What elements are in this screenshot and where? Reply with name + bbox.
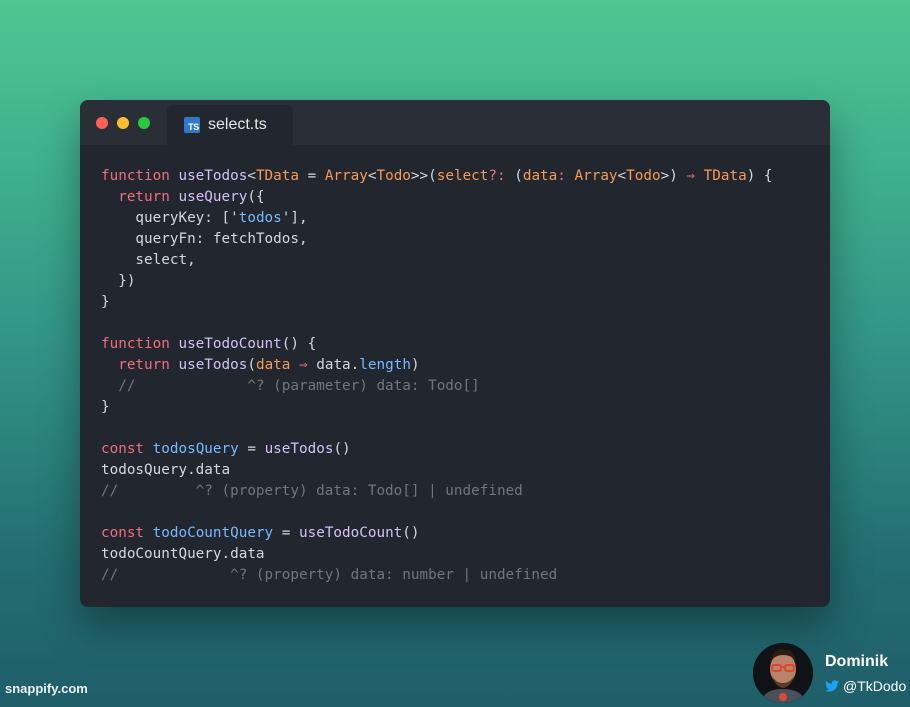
code-token: ⇒ — [686, 168, 696, 184]
code-token: useTodos — [264, 441, 334, 457]
code-token: () — [333, 441, 351, 457]
code-token: return — [118, 189, 179, 205]
code-token: = — [273, 525, 299, 541]
code-line: return useTodos(data ⇒ data.length) — [101, 355, 773, 376]
code-token: const — [101, 441, 153, 457]
code-editor: function useTodos<TData = Array<Todo>>(s… — [101, 166, 773, 586]
code-token: useTodoCount — [299, 525, 403, 541]
code-token: select — [436, 168, 489, 184]
code-token: Todo — [626, 168, 661, 184]
code-token: todosQuery.data — [101, 462, 231, 478]
code-token: ) — [410, 357, 420, 373]
code-token: Array — [574, 168, 618, 184]
code-line: function useTodoCount() { — [101, 334, 773, 355]
code-line: queryFn: fetchTodos, — [101, 229, 773, 250]
code-token: select, — [101, 252, 196, 268]
author-name: Dominik — [825, 653, 889, 670]
code-token: queryKey: [' — [101, 210, 239, 226]
code-token: >>( — [410, 168, 437, 184]
code-token: length — [359, 357, 411, 373]
code-line: const todosQuery = useTodos() — [101, 439, 773, 460]
code-token: ) { — [746, 168, 773, 184]
code-token: queryFn: fetchTodos, — [101, 231, 308, 247]
code-line: } — [101, 397, 773, 418]
code-line: function useTodos<TData = Array<Todo>>(s… — [101, 166, 773, 187]
twitter-bird-icon — [825, 680, 839, 692]
code-token: ⇒ — [299, 357, 308, 373]
window-titlebar: TS select.ts — [80, 100, 830, 145]
code-token: data. — [307, 357, 360, 373]
code-token: data — [255, 357, 291, 373]
code-token: Array — [324, 168, 368, 184]
code-token: >) — [660, 168, 687, 184]
code-token: = — [238, 441, 265, 457]
code-line: todosQuery.data — [101, 460, 773, 481]
avatar-photo-icon — [753, 643, 813, 703]
code-token: data — [522, 168, 558, 184]
file-tab-select-ts[interactable]: TS select.ts — [167, 105, 293, 145]
code-token: TData — [703, 168, 747, 184]
code-token: < — [617, 168, 627, 184]
code-token: ( — [505, 168, 523, 184]
code-line: // ^? (parameter) data: Todo[] — [101, 376, 773, 397]
code-token: TData — [255, 168, 299, 184]
code-token: : — [557, 168, 566, 184]
code-line: // ^? (property) data: Todo[] | undefine… — [101, 481, 773, 502]
code-line: const todoCountQuery = useTodoCount() — [101, 523, 773, 544]
code-token: '], — [281, 210, 308, 226]
code-token: const — [101, 525, 153, 541]
code-token: useTodos — [178, 168, 248, 184]
code-line: return useQuery({ — [101, 187, 773, 208]
author-handle: @TkDodo — [843, 678, 907, 694]
code-line: select, — [101, 250, 773, 271]
author-handle-link[interactable]: @TkDodo — [825, 678, 906, 694]
code-token: todosQuery — [152, 441, 239, 457]
code-token: }) — [101, 273, 136, 289]
code-token: function — [101, 336, 179, 352]
code-line: // ^? (property) data: number | undefine… — [101, 565, 773, 586]
code-token: Todo — [376, 168, 411, 184]
code-token: todoCountQuery.data — [101, 546, 265, 562]
code-token: () — [402, 525, 420, 541]
code-token: // ^? (property) data: Todo[] | undefine… — [101, 483, 523, 499]
close-window-button[interactable] — [96, 117, 108, 129]
code-window: TS select.ts function useTodos<TData = A… — [80, 100, 830, 607]
snappify-watermark[interactable]: snappify.com — [5, 681, 88, 696]
code-token: todoCountQuery — [152, 525, 274, 541]
code-line: todoCountQuery.data — [101, 544, 773, 565]
code-token: return — [118, 357, 179, 373]
code-token: useQuery — [178, 189, 248, 205]
code-token: = — [299, 168, 325, 184]
code-token: } — [101, 399, 110, 415]
author-avatar — [753, 643, 813, 703]
code-line: } — [101, 292, 773, 313]
code-token: // ^? (parameter) data: Todo[] — [101, 378, 480, 394]
code-token: useTodoCount — [178, 336, 282, 352]
code-token: < — [247, 168, 256, 184]
code-token: // ^? (property) data: number | undefine… — [101, 567, 558, 583]
file-tab-label: select.ts — [208, 116, 267, 133]
code-token: () { — [281, 336, 317, 352]
code-token: } — [101, 294, 110, 310]
code-token: ({ — [247, 189, 265, 205]
code-token: function — [101, 168, 179, 184]
typescript-file-icon: TS — [184, 117, 200, 133]
code-token: ( — [247, 357, 256, 373]
code-token: useTodos — [178, 357, 248, 373]
maximize-window-button[interactable] — [138, 117, 150, 129]
code-token: todos — [238, 210, 282, 226]
code-line: queryKey: ['todos'], — [101, 208, 773, 229]
code-token: ?: — [488, 168, 506, 184]
minimize-window-button[interactable] — [117, 117, 129, 129]
code-line: }) — [101, 271, 773, 292]
